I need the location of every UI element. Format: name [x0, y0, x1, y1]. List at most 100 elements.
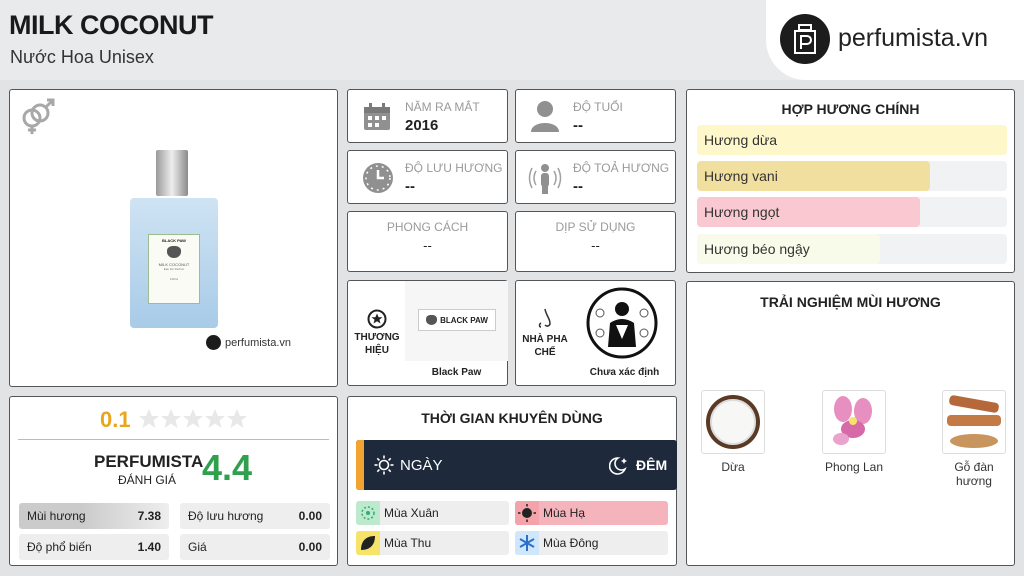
orchid-image	[822, 390, 886, 454]
experience-title: TRẢI NGHIỆM MÙI HƯƠNG	[760, 294, 941, 310]
stat-price: Giá 0.00	[180, 534, 330, 560]
user-score: 0.1	[100, 407, 131, 432]
day-label: NGÀY	[400, 457, 443, 474]
info-value: --	[405, 178, 415, 195]
info-label: ĐỘ LƯU HƯƠNG	[405, 161, 503, 175]
bottle-sub-label: Eau De Parfum	[163, 267, 185, 271]
sun-icon	[515, 501, 539, 525]
season-label: Mùa Đông	[543, 536, 599, 550]
note-label: Phong Lan	[824, 460, 884, 474]
product-title: MILK COCONUT	[9, 10, 213, 40]
info-label: ĐỘ TOẢ HƯƠNG	[573, 161, 670, 175]
site-logo[interactable]: perfumista.vn	[766, 0, 1024, 80]
season-summer: Mùa Hạ	[515, 501, 668, 525]
perfume-bottle-icon	[206, 335, 221, 350]
sillage-card: ĐỘ TOẢ HƯƠNG --	[515, 150, 676, 204]
accords-title: HỢP HƯƠNG CHÍNH	[781, 101, 920, 117]
accord-bar: Hương vani	[697, 161, 1007, 191]
accord-bar: Hương ngọt	[697, 197, 1007, 227]
coconut-image	[701, 390, 765, 454]
perfumista-label: PERFUMISTA	[94, 452, 204, 471]
brand-logo-text: BLACK PAW	[440, 315, 488, 325]
season-winter: Mùa Đông	[515, 531, 668, 555]
stat-longevity: Độ lưu hương 0.00	[180, 503, 330, 529]
leaf-icon	[356, 531, 380, 555]
cat-logo-icon	[167, 246, 181, 258]
info-value: --	[423, 238, 432, 253]
stat-value: 0.00	[298, 540, 322, 554]
release-year-card: NĂM RA MẮT 2016	[347, 89, 508, 143]
note-label: Gỗ đàn hương	[954, 460, 994, 488]
product-image-card: BLACK PAW MILK COCONUT Eau De Parfum 100…	[9, 89, 338, 387]
perfume-bottle-icon	[780, 14, 830, 64]
star-icon	[139, 409, 159, 428]
watermark-text: perfumista.vn	[225, 336, 292, 349]
perfumer-card[interactable]: NHÀ PHA CHẾ Chưa xác định	[515, 280, 676, 386]
info-value: --	[591, 238, 600, 253]
sun-icon	[374, 455, 394, 480]
perfumista-score: 4.4	[202, 447, 253, 488]
brand-card[interactable]: THƯƠNG HIỆU BLACK PAW Black Paw	[347, 280, 508, 386]
age-card: ĐỘ TUỔI --	[515, 89, 676, 143]
accord-label: Hương ngọt	[704, 204, 780, 220]
note-orchid[interactable]: Phong Lan	[822, 390, 886, 474]
brand-name: Black Paw	[431, 367, 482, 378]
sillage-icon	[528, 161, 562, 200]
accord-bar: Hương béo ngậy	[697, 234, 1007, 264]
nose-icon	[536, 307, 556, 336]
sandalwood-image	[942, 390, 1006, 454]
stat-label: Độ lưu hương	[188, 509, 264, 523]
star-rating[interactable]	[138, 407, 250, 431]
accord-bar: Hương dừa	[697, 125, 1007, 155]
star-icon	[205, 409, 225, 428]
accord-label: Hương dừa	[704, 132, 778, 148]
stat-label: Giá	[188, 540, 207, 554]
moon-icon	[608, 455, 631, 482]
product-subtitle: Nước Hoa Unisex	[10, 47, 154, 67]
style-card: PHONG CÁCH --	[347, 211, 508, 272]
info-label: NĂM RA MẮT	[405, 100, 480, 114]
info-label: ĐỘ TUỔI	[573, 100, 623, 114]
accord-label: Hương vani	[704, 168, 778, 184]
occasion-card: DỊP SỬ DỤNG --	[515, 211, 676, 272]
stat-label: Mùi hương	[27, 509, 86, 523]
perfumer-name: Chưa xác định	[589, 367, 660, 378]
perfumer-label: NHÀ PHA CHẾ	[522, 334, 568, 358]
star-icon	[227, 409, 247, 428]
bottle-size-label: 100ml	[169, 277, 179, 281]
info-value: 2016	[405, 117, 439, 134]
info-value: --	[573, 178, 583, 195]
person-icon	[530, 100, 560, 137]
note-sandalwood[interactable]: Gỗ đàn hương	[942, 390, 1006, 488]
star-icon	[183, 409, 203, 428]
clock-icon	[362, 162, 394, 199]
season-autumn: Mùa Thu	[356, 531, 509, 555]
site-logo-text: perfumista.vn	[838, 24, 989, 52]
usage-time-card: THỜI GIAN KHUYÊN DÙNG NGÀY ĐÊM Mùa Xuân …	[347, 396, 677, 566]
divider	[18, 439, 329, 440]
stat-value: 1.40	[137, 540, 161, 554]
calendar-icon	[362, 102, 392, 137]
accords-card: HỢP HƯƠNG CHÍNH Hương dừa Hương vani Hươ…	[686, 89, 1015, 273]
brand-logo-badge: BLACK PAW	[418, 309, 496, 331]
longevity-card: ĐỘ LƯU HƯƠNG --	[347, 150, 508, 204]
accord-label: Hương béo ngậy	[704, 241, 810, 257]
day-indicator[interactable]	[356, 440, 364, 490]
stat-value: 0.00	[298, 509, 322, 523]
image-watermark: perfumista.vn	[206, 335, 291, 350]
bottle-brand-label: BLACK PAW	[162, 238, 186, 243]
stat-value: 7.38	[137, 509, 161, 523]
perfumer-image	[586, 287, 658, 359]
stat-label: Độ phổ biến	[27, 540, 92, 554]
star-icon	[161, 409, 181, 428]
experience-card: TRẢI NGHIỆM MÙI HƯƠNG Dừa Phong Lan Gỗ đ…	[686, 281, 1015, 566]
night-label: ĐÊM	[636, 457, 668, 473]
day-night-bar: NGÀY ĐÊM	[356, 440, 677, 490]
season-label: Mùa Xuân	[384, 506, 439, 520]
note-coconut[interactable]: Dừa	[701, 390, 765, 474]
page-header: MILK COCONUT Nước Hoa Unisex perfumista.…	[0, 0, 1024, 80]
flower-icon	[356, 501, 380, 525]
brand-label: THƯƠNG HIỆU	[354, 332, 400, 356]
info-label: PHONG CÁCH	[386, 220, 469, 234]
stat-scent: Mùi hương 7.38	[19, 503, 169, 529]
